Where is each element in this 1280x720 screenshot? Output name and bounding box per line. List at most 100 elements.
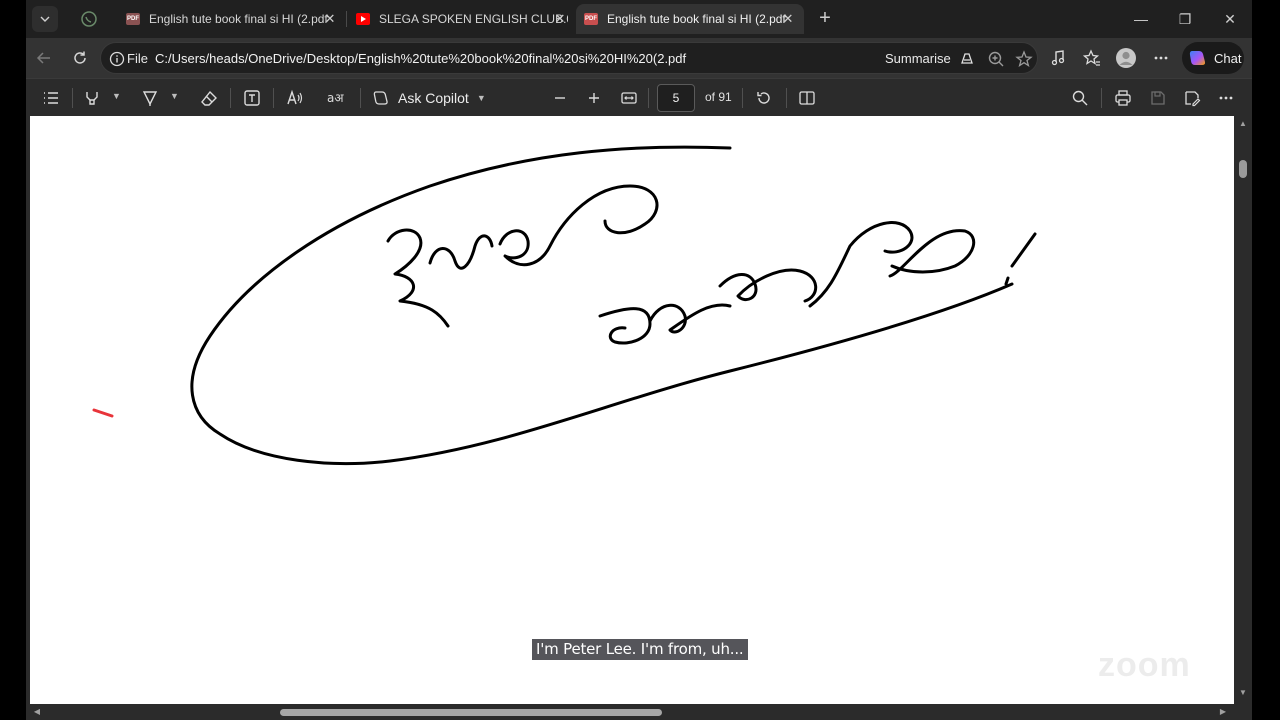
tab-pdf-active[interactable]: PDF English tute book final si HI (2.pdf… <box>576 4 804 34</box>
save-button[interactable] <box>1147 87 1169 109</box>
ink-word-1c <box>498 184 659 267</box>
read-aloud-icon <box>286 89 304 107</box>
printer-icon <box>1114 89 1132 107</box>
close-tab-icon[interactable]: ✕ <box>322 11 338 27</box>
favorite-star-icon[interactable] <box>1015 50 1033 68</box>
red-marker-stroke <box>92 408 114 418</box>
pdf-viewer[interactable]: I'm Peter Lee. I'm from, uh... zoom ▲ ▼ … <box>26 116 1252 720</box>
new-tab-button[interactable]: + <box>814 8 836 30</box>
info-icon[interactable] <box>109 51 125 67</box>
toolbar-divider <box>1101 88 1102 108</box>
settings-more-button[interactable] <box>1149 46 1173 70</box>
save-as-icon <box>1183 89 1201 107</box>
pdf-page[interactable]: I'm Peter Lee. I'm from, uh... zoom <box>30 116 1234 704</box>
youtube-icon <box>356 13 370 25</box>
print-button[interactable] <box>1112 87 1134 109</box>
zoom-icon[interactable] <box>987 50 1005 68</box>
zoom-out-button[interactable] <box>549 87 571 109</box>
pdf-icon: PDF <box>126 13 140 25</box>
save-disk-icon <box>1149 89 1167 107</box>
translate-button[interactable]: aअ <box>326 87 348 109</box>
live-caption: I'm Peter Lee. I'm from, uh... <box>532 639 748 660</box>
fit-to-width-button[interactable] <box>618 87 640 109</box>
tab-actions-menu-button[interactable] <box>32 6 58 32</box>
read-aloud-button[interactable] <box>284 87 306 109</box>
toolbar-divider <box>230 88 231 108</box>
address-bar[interactable]: File C:/Users/heads/OneDrive/Desktop/Eng… <box>100 42 1038 74</box>
page-view-button[interactable] <box>796 87 818 109</box>
page-number-input[interactable]: 5 <box>657 84 695 112</box>
vertical-scroll-thumb[interactable] <box>1239 160 1247 178</box>
pdf-toolbar: ▼ ▼ aअ Ask Copilot ▼ 5 of 91 <box>26 78 1252 116</box>
restore-button[interactable]: ❐ <box>1172 6 1198 32</box>
copilot-summarise-icon[interactable] <box>959 51 975 67</box>
favorites-button[interactable] <box>1080 46 1104 70</box>
scroll-down-arrow-icon[interactable]: ▼ <box>1238 688 1248 698</box>
table-of-contents-icon <box>42 89 60 107</box>
tab-pdf-1[interactable]: PDF English tute book final si HI (2.pdf… <box>118 4 346 34</box>
toolbar-divider <box>742 88 743 108</box>
ink-loop-stroke <box>190 145 1014 466</box>
toolbar-divider <box>72 88 73 108</box>
minimize-button[interactable]: — <box>1128 6 1154 32</box>
horizontal-scroll-thumb[interactable] <box>280 709 662 716</box>
more-dots-icon <box>1153 50 1169 66</box>
close-tab-icon[interactable]: ✕ <box>552 11 568 27</box>
tab-label: English tute book final si HI (2.pdf <box>607 12 786 26</box>
tab-youtube[interactable]: SLEGA SPOKEN ENGLISH CLUB.02 ✕ <box>348 4 576 34</box>
more-options-button[interactable] <box>1215 87 1237 109</box>
tab-label: SLEGA SPOKEN ENGLISH CLUB.02 <box>379 12 568 26</box>
ink-word-2e <box>888 229 976 278</box>
page-view-icon <box>798 89 816 107</box>
ask-copilot-label: Ask Copilot <box>398 90 469 106</box>
text-box-icon <box>243 89 261 107</box>
summarise-button[interactable]: Summarise <box>885 51 951 66</box>
add-text-button[interactable] <box>241 87 263 109</box>
tab-divider <box>346 11 347 27</box>
back-button[interactable] <box>32 46 56 70</box>
copilot-icon <box>372 89 390 107</box>
pen-icon <box>141 89 159 107</box>
page-total-label: of 91 <box>705 90 732 104</box>
rotate-icon <box>755 89 773 107</box>
close-tab-icon[interactable]: ✕ <box>780 11 796 27</box>
toolbar-divider <box>648 88 649 108</box>
ask-copilot-button[interactable]: Ask Copilot ▼ <box>372 87 486 109</box>
vertical-scrollbar[interactable]: ▲ ▼ <box>1234 116 1252 704</box>
toolbar-divider <box>360 88 361 108</box>
chevron-down-icon[interactable]: ▼ <box>170 91 179 101</box>
ink-word-2b <box>648 303 732 334</box>
tab-label: English tute book final si HI (2.pdf <box>149 12 328 26</box>
music-note-icon <box>1049 49 1067 67</box>
url-text[interactable]: C:/Users/heads/OneDrive/Desktop/English%… <box>155 51 686 66</box>
plus-icon <box>587 91 601 105</box>
highlight-button[interactable] <box>81 87 103 109</box>
rotate-button[interactable] <box>753 87 775 109</box>
browser-window: PDF English tute book final si HI (2.pdf… <box>26 0 1252 720</box>
whatsapp-pinned-tab[interactable] <box>78 9 100 29</box>
read-aloud-button[interactable] <box>1046 46 1070 70</box>
search-button[interactable] <box>1069 87 1091 109</box>
chevron-down-icon[interactable]: ▼ <box>112 91 121 101</box>
scroll-up-arrow-icon[interactable]: ▲ <box>1238 119 1248 129</box>
scroll-right-arrow-icon[interactable]: ▶ <box>1218 707 1228 717</box>
save-as-button[interactable] <box>1181 87 1203 109</box>
chevron-down-icon: ▼ <box>476 93 486 103</box>
url-scheme-label: File <box>127 51 148 66</box>
scroll-left-arrow-icon[interactable]: ◀ <box>32 707 42 717</box>
handwritten-annotation-drawing <box>92 145 1037 466</box>
zoom-in-button[interactable] <box>583 87 605 109</box>
search-icon <box>1071 89 1089 107</box>
horizontal-scrollbar[interactable]: ◀ ▶ <box>26 704 1234 720</box>
close-window-button[interactable]: ✕ <box>1217 6 1243 32</box>
profile-button[interactable] <box>1114 46 1138 70</box>
ink-word-2c <box>718 268 818 303</box>
fit-width-icon <box>620 89 638 107</box>
copilot-chat-button[interactable]: Chat <box>1182 42 1244 74</box>
erase-button[interactable] <box>198 87 220 109</box>
ink-exclamation-dot <box>1004 276 1010 286</box>
contents-button[interactable] <box>40 87 62 109</box>
draw-button[interactable] <box>139 87 161 109</box>
refresh-button[interactable] <box>68 46 92 70</box>
tab-strip: PDF English tute book final si HI (2.pdf… <box>26 0 1252 38</box>
